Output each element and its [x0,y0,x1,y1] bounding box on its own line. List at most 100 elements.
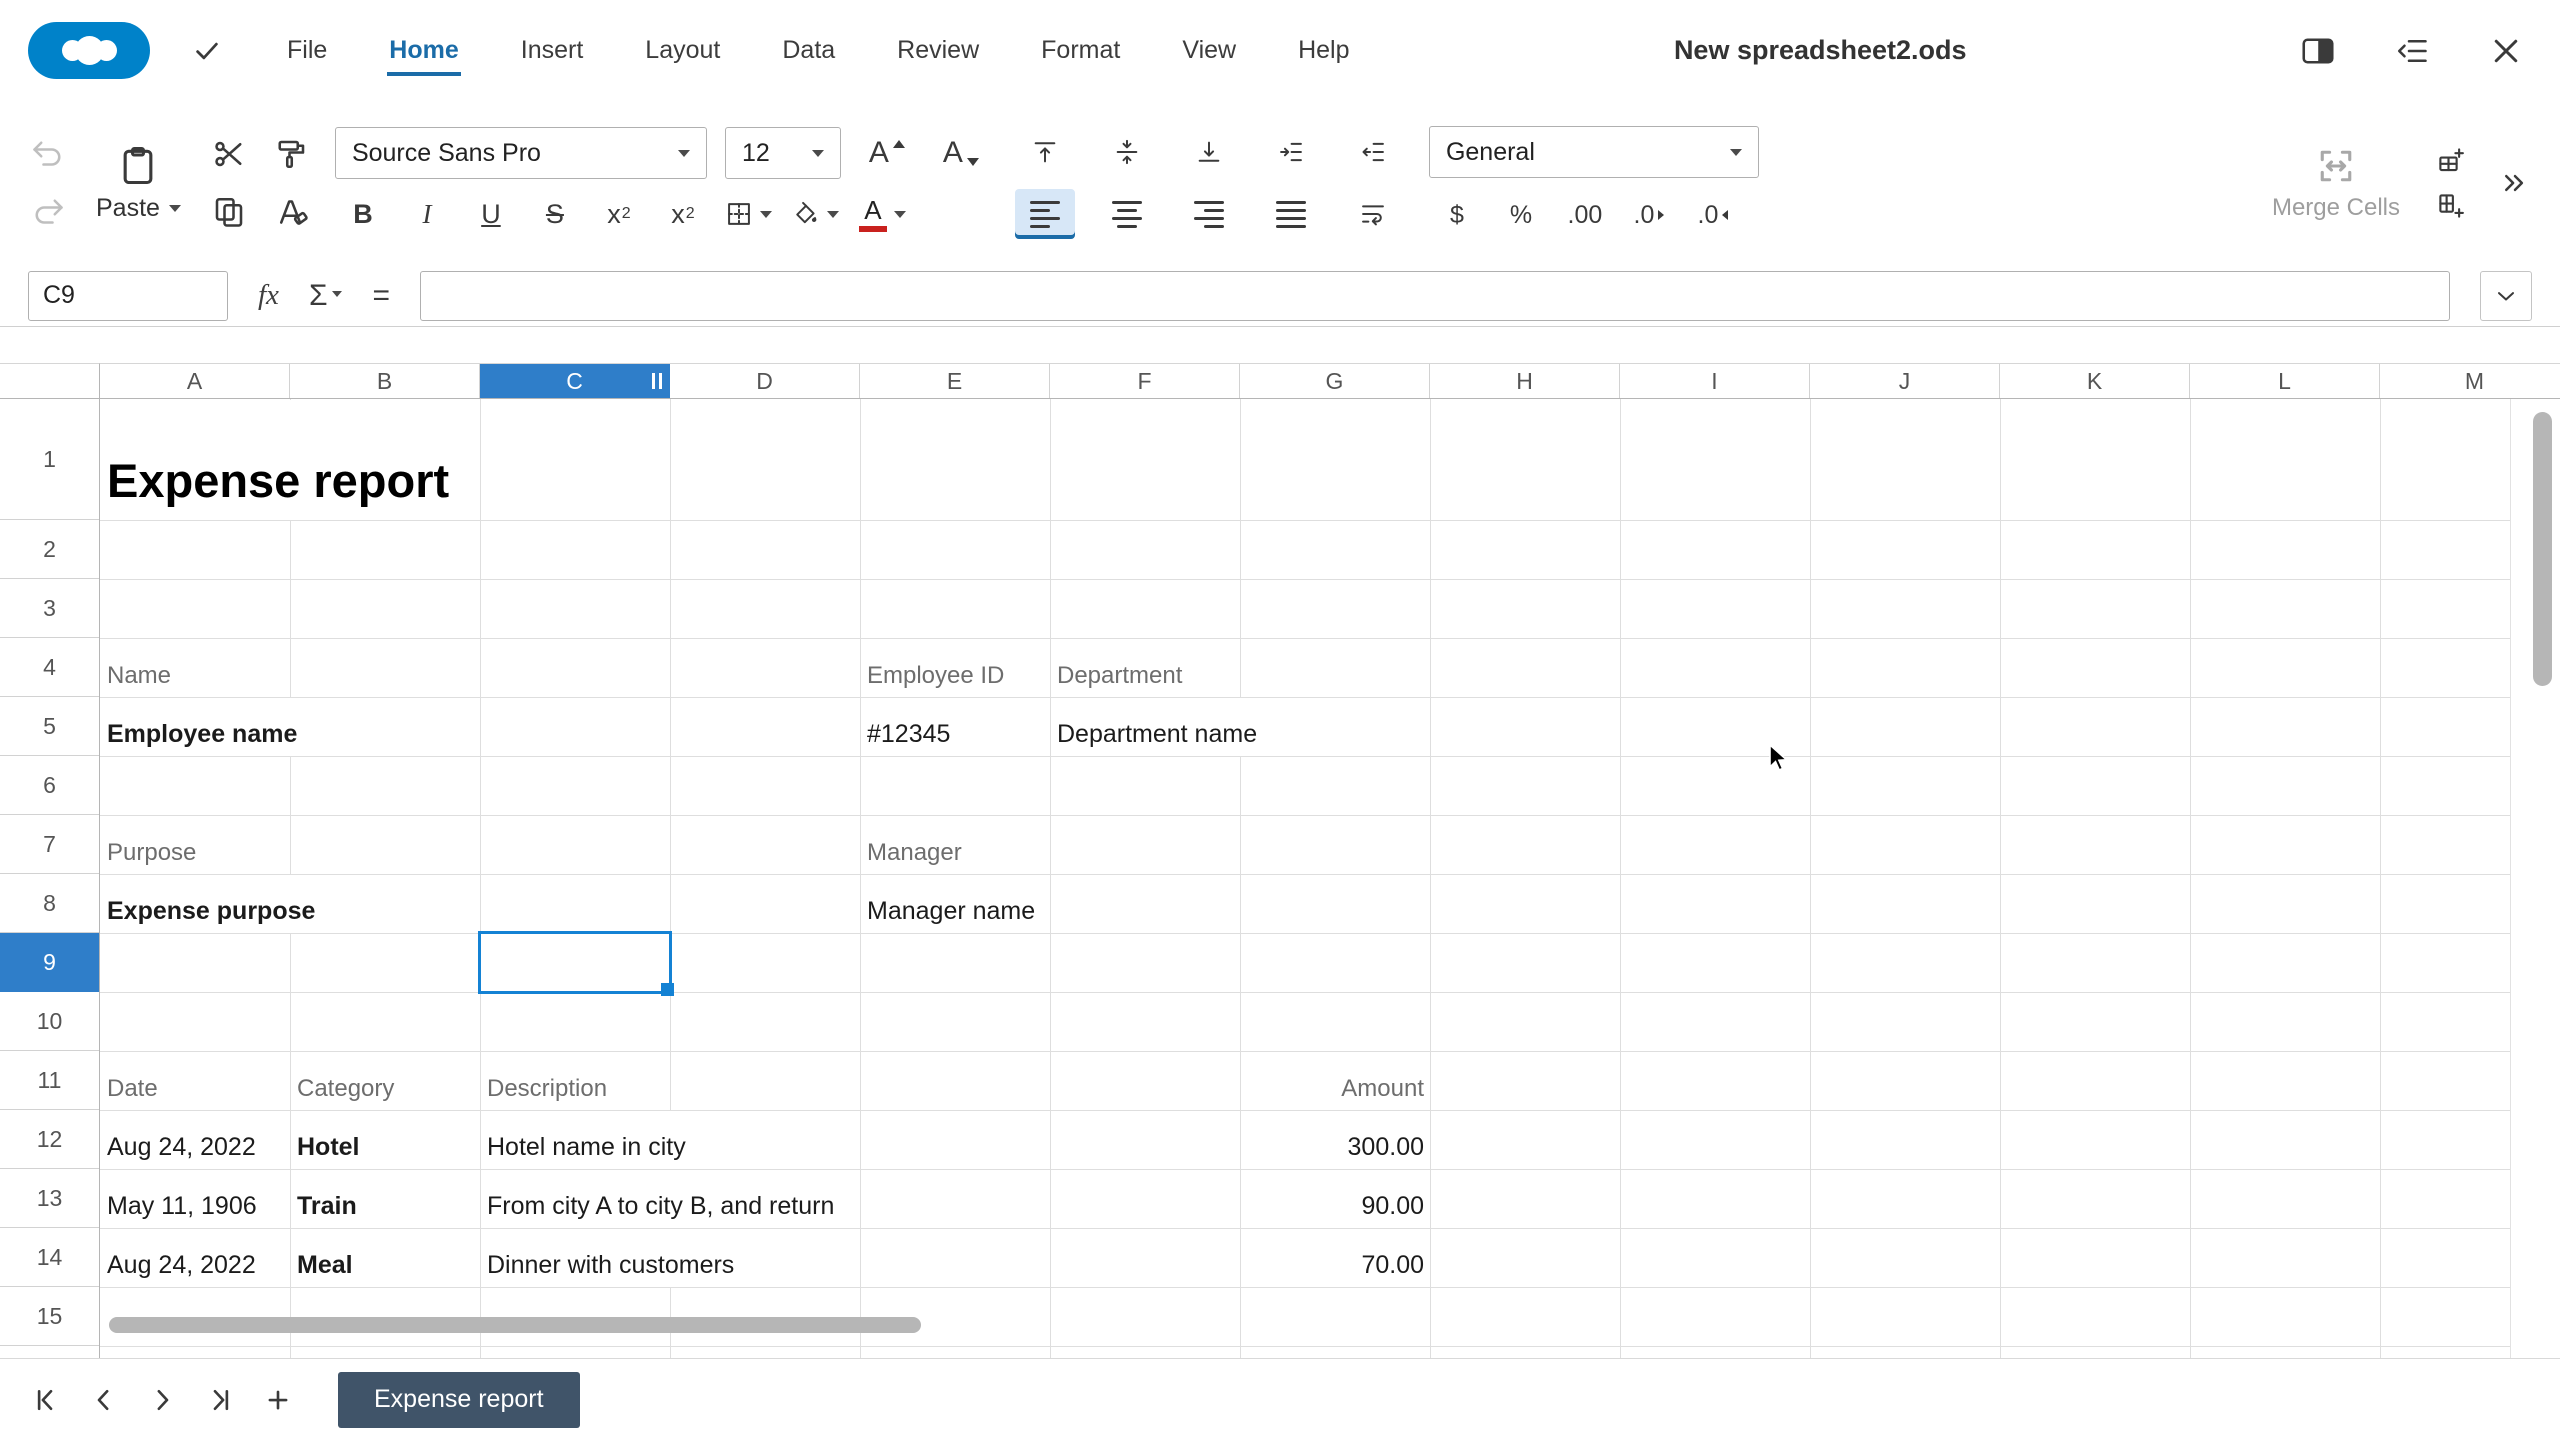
redo-icon[interactable] [30,194,66,230]
align-top-icon[interactable] [1015,127,1075,177]
menu-item-view[interactable]: View [1151,0,1267,101]
center-vertically-icon[interactable] [1097,127,1157,177]
insert-row-icon[interactable] [2436,145,2466,175]
column-header-l[interactable]: L [2190,364,2380,398]
sheet-tab[interactable]: Expense report [338,1372,580,1428]
sidebar-toggle-icon[interactable] [2300,33,2336,69]
subscript-button[interactable]: x2 [591,189,647,239]
cell-e5[interactable]: #12345 [861,698,956,756]
column-header-d[interactable]: D [670,364,860,398]
row-header-2[interactable]: 2 [0,520,99,579]
sum-button[interactable]: Σ [309,279,343,313]
row-header-16[interactable]: 16 [0,1346,99,1358]
cell-b11[interactable]: Category [291,1052,400,1110]
row-header-14[interactable]: 14 [0,1228,99,1287]
cell-e7[interactable]: Manager [861,816,968,874]
paste-button[interactable]: Paste [96,144,181,223]
cell-a7[interactable]: Purpose [101,816,202,874]
cell-f4[interactable]: Department [1051,639,1188,697]
cell-c11[interactable]: Description [481,1052,613,1110]
menu-item-home[interactable]: Home [358,0,489,101]
menu-item-data[interactable]: Data [751,0,866,101]
column-header-a[interactable]: A [100,364,290,398]
cell-b13[interactable]: Train [291,1170,363,1228]
row-header-1[interactable]: 1 [0,399,99,520]
background-color-button[interactable] [786,200,845,228]
menubar-toggle-icon[interactable] [2394,33,2430,69]
cell-layer[interactable]: Expense report Name Employee ID Department E… [100,399,2560,1358]
align-left-button[interactable] [1015,189,1075,239]
superscript-button[interactable]: x2 [655,189,711,239]
row-header-4[interactable]: 4 [0,638,99,697]
cell-b14[interactable]: Meal [291,1229,359,1287]
justify-button[interactable] [1261,189,1321,239]
align-center-button[interactable] [1097,189,1157,239]
column-header-e[interactable]: E [860,364,1050,398]
cell-e8[interactable]: Manager name [861,875,1041,933]
clone-format-icon[interactable] [273,136,309,172]
align-bottom-icon[interactable] [1179,127,1239,177]
last-sheet-icon[interactable] [198,1378,242,1422]
equals-icon[interactable]: = [372,279,390,313]
italic-button[interactable]: I [399,189,455,239]
percent-format-button[interactable]: % [1493,190,1549,240]
font-name-select[interactable]: Source Sans Pro [335,127,707,179]
select-all-corner[interactable] [0,363,100,399]
menu-item-insert[interactable]: Insert [490,0,615,101]
insert-column-icon[interactable] [2436,191,2466,221]
column-header-j[interactable]: J [1810,364,2000,398]
column-header-b[interactable]: B [290,364,480,398]
decimal-format-button[interactable]: .00 [1557,190,1613,240]
row-header-8[interactable]: 8 [0,874,99,933]
column-header-i[interactable]: I [1620,364,1810,398]
cell-reference-box[interactable]: C9 [28,271,228,321]
column-header-k[interactable]: K [2000,364,2190,398]
formula-input[interactable] [420,271,2450,321]
strikethrough-button[interactable]: S [527,189,583,239]
increase-indent-icon[interactable] [1261,127,1321,177]
wrap-text-button[interactable] [1343,189,1403,239]
grow-font-button[interactable]: A [859,128,915,178]
cell-g11[interactable]: Amount [1241,1052,1430,1110]
cell-a8[interactable]: Expense purpose [101,875,321,933]
cell-b12[interactable]: Hotel [291,1111,366,1169]
cell-a13[interactable]: May 11, 1906 [101,1170,263,1228]
previous-sheet-icon[interactable] [82,1378,126,1422]
copy-icon[interactable] [211,194,247,230]
row-header-10[interactable]: 10 [0,992,99,1051]
add-decimal-button[interactable]: .0 [1621,190,1677,240]
cell-f5[interactable]: Department name [1051,698,1263,756]
selection-fill-handle[interactable] [661,983,674,996]
column-header-c[interactable]: C [480,364,670,398]
column-resize-handle[interactable] [652,373,662,389]
add-sheet-icon[interactable] [256,1378,300,1422]
cell-g12[interactable]: 300.00 [1241,1111,1430,1169]
menu-item-help[interactable]: Help [1267,0,1380,101]
column-header-h[interactable]: H [1430,364,1620,398]
more-options-icon[interactable] [2500,168,2530,198]
column-header-g[interactable]: G [1240,364,1430,398]
cell-e4[interactable]: Employee ID [861,639,1010,697]
row-header-6[interactable]: 6 [0,756,99,815]
nextcloud-logo[interactable] [28,22,150,79]
cell-a4[interactable]: Name [101,639,177,697]
undo-icon[interactable] [30,136,66,172]
row-header-9[interactable]: 9 [0,933,99,992]
cell-c14[interactable]: Dinner with customers [481,1229,740,1287]
row-header-7[interactable]: 7 [0,815,99,874]
clear-format-icon[interactable] [273,194,309,230]
row-header-11[interactable]: 11 [0,1051,99,1110]
vertical-scrollbar[interactable] [2533,412,2552,686]
row-header-13[interactable]: 13 [0,1169,99,1228]
first-sheet-icon[interactable] [24,1378,68,1422]
align-right-button[interactable] [1179,189,1239,239]
row-header-5[interactable]: 5 [0,697,99,756]
row-header-15[interactable]: 15 [0,1287,99,1346]
row-header-3[interactable]: 3 [0,579,99,638]
cell-c12[interactable]: Hotel name in city [481,1111,692,1169]
menu-item-review[interactable]: Review [866,0,1010,101]
column-header-m[interactable]: M [2380,364,2560,398]
cell-a1[interactable]: Expense report [101,400,455,520]
cell-g14[interactable]: 70.00 [1241,1229,1430,1287]
horizontal-scrollbar[interactable] [109,1317,921,1333]
